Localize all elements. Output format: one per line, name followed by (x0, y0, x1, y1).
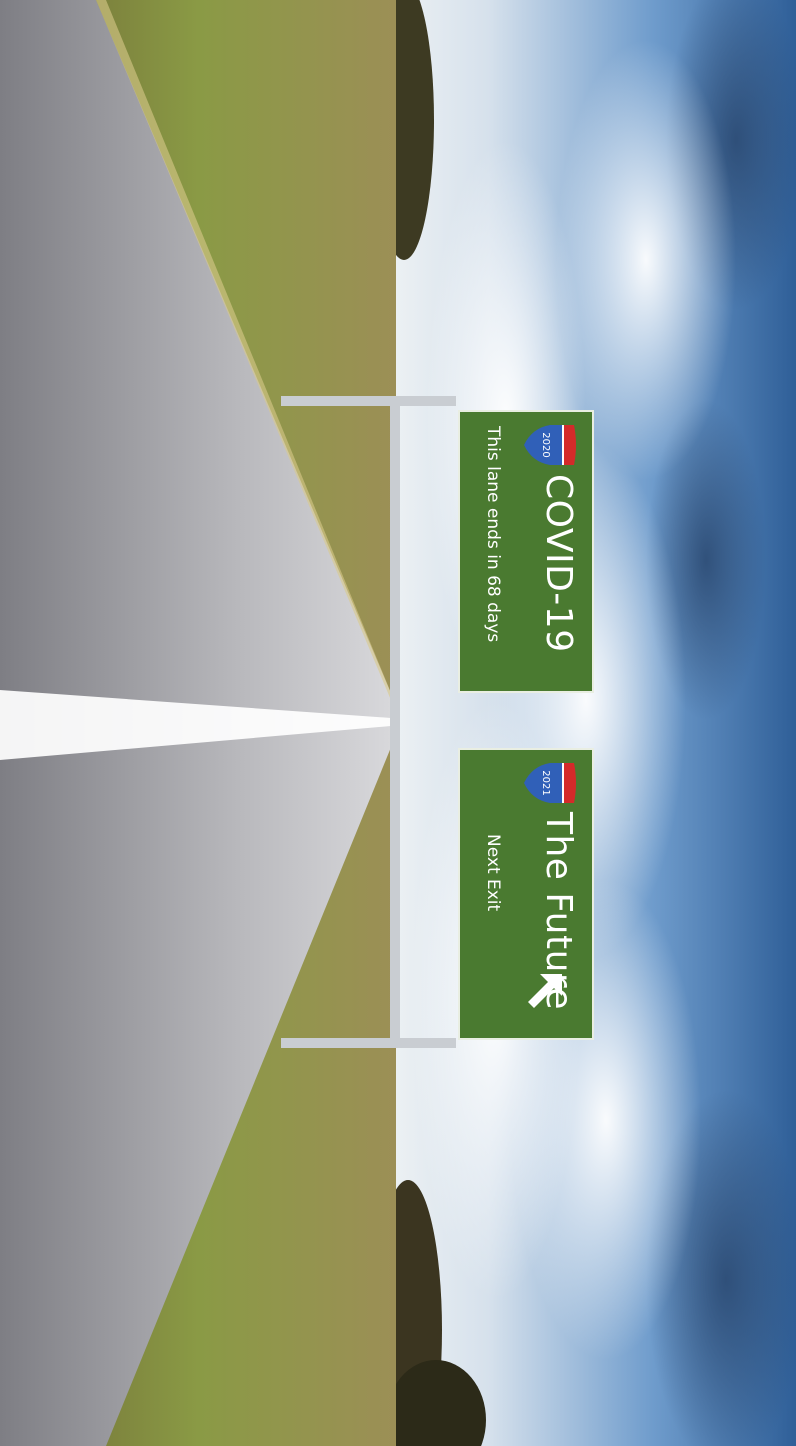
interstate-shield-icon: 2021 (522, 760, 578, 806)
photo-frame: 2020 COVID-19 This lane ends in 68 days … (0, 0, 796, 1446)
up-left-arrow-icon (524, 968, 568, 1012)
road-landscape (0, 0, 796, 1446)
highway-sign-future: 2021 The Future Next Exit (458, 748, 594, 1040)
interstate-shield-icon: 2020 (522, 422, 578, 468)
highway-sign-covid: 2020 COVID-19 This lane ends in 68 days (458, 410, 594, 693)
sign-title: COVID-19 (538, 474, 579, 653)
sign-post-beam (390, 404, 400, 1042)
sign-subtitle: This lane ends in 68 days (483, 426, 503, 643)
sign-post (281, 1038, 456, 1048)
road-scene: 2020 COVID-19 This lane ends in 68 days … (0, 0, 796, 1446)
sign-post (281, 396, 456, 406)
shield-number: 2020 (540, 432, 551, 457)
sign-subtitle: Next Exit (483, 834, 503, 912)
shield-number: 2021 (540, 770, 551, 795)
